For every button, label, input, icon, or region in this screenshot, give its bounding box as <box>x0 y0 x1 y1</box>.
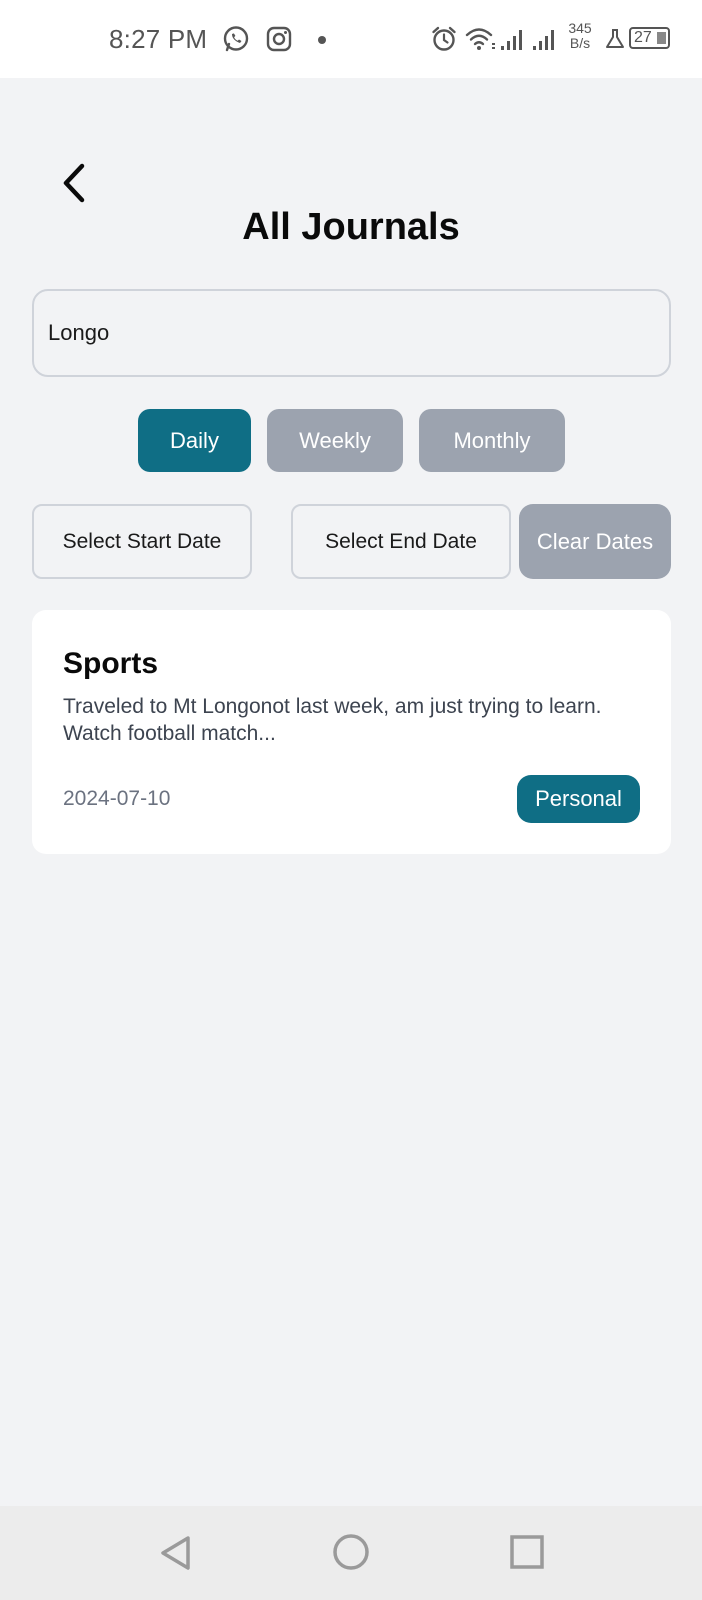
back-button[interactable] <box>56 160 92 206</box>
select-start-date-button[interactable]: Select Start Date <box>32 504 252 579</box>
status-time: 8:27 PM <box>109 24 208 54</box>
page-title: All Journals <box>242 206 460 248</box>
journal-excerpt: Traveled to Mt Longonot last week, am ju… <box>63 695 602 745</box>
tab-monthly[interactable]: Monthly <box>419 409 565 472</box>
network-speed-unit: B/s <box>569 35 591 51</box>
tab-daily[interactable]: Daily <box>138 409 251 472</box>
search-input[interactable] <box>32 289 671 377</box>
status-bar: 8:27 PM 345 B/s 27 <box>0 0 702 78</box>
recents-square-icon[interactable] <box>509 1534 545 1570</box>
journal-card[interactable]: Sports Traveled to Mt Longonot last week… <box>32 610 671 854</box>
battery-level: 27 <box>634 29 652 46</box>
alarm-icon <box>432 26 456 51</box>
clear-dates-button[interactable]: Clear Dates <box>519 504 671 579</box>
network-speed-value: 345 <box>568 20 592 36</box>
whatsapp-icon <box>223 26 249 52</box>
signal-icon <box>533 30 554 50</box>
lab-flask-icon <box>606 29 624 48</box>
select-end-date-button[interactable]: Select End Date <box>291 504 511 579</box>
battery-fill <box>657 32 666 44</box>
journal-title: Sports <box>63 647 159 680</box>
journal-date: 2024-07-10 <box>63 787 171 810</box>
chevron-left-icon <box>63 163 85 203</box>
network-speed: 345 B/s <box>563 21 597 51</box>
journal-tag-badge: Personal <box>517 775 640 823</box>
wifi-icon <box>465 28 495 50</box>
back-triangle-icon[interactable] <box>158 1534 194 1572</box>
instagram-icon <box>266 26 292 52</box>
home-circle-icon[interactable] <box>332 1533 370 1571</box>
system-nav-bar <box>0 1506 702 1600</box>
battery-icon: 27 <box>629 27 670 49</box>
signal-icon <box>501 30 522 50</box>
tab-weekly[interactable]: Weekly <box>267 409 403 472</box>
notification-dot <box>318 36 326 44</box>
